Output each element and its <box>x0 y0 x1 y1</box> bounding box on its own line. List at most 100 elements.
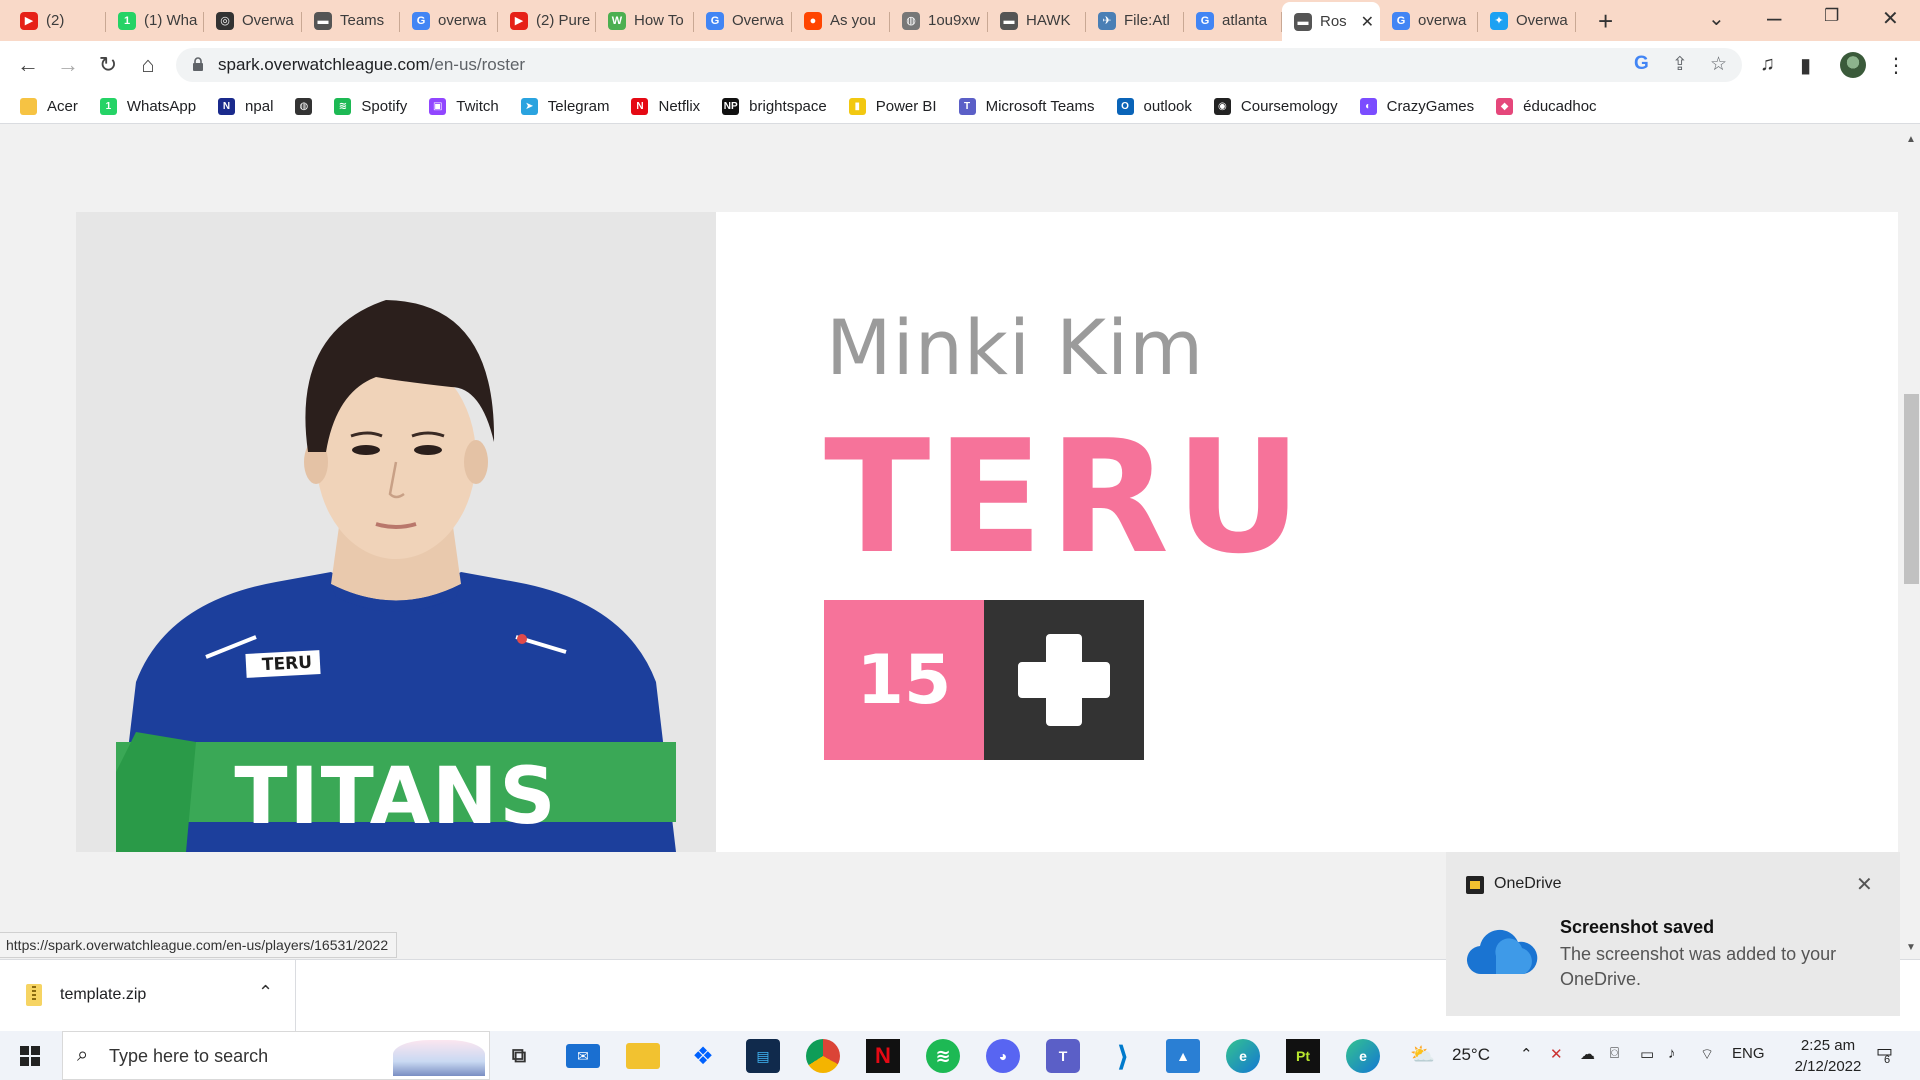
bookmark-item[interactable]: ◐ CrazyGames <box>1359 97 1475 115</box>
browser-tab[interactable]: ▬ Ros ✕ <box>1282 2 1380 41</box>
weather-icon[interactable]: ⛅ <box>1410 1042 1435 1067</box>
network-alert-icon[interactable]: ✕ <box>1550 1045 1563 1063</box>
scrollbar-thumb[interactable] <box>1904 394 1919 584</box>
edge-icon[interactable]: e <box>1226 1039 1260 1073</box>
bookmark-item[interactable]: T Microsoft Teams <box>958 97 1095 115</box>
notification-app-name: OneDrive <box>1494 875 1562 892</box>
browser-tab[interactable]: Goverwa <box>1380 2 1478 39</box>
bookmark-item[interactable]: 1 WhatsApp <box>99 97 197 115</box>
browser-tab[interactable]: Goverwa <box>400 2 498 39</box>
taskbar-search-box[interactable]: ⌕ Type here to search <box>62 1031 490 1080</box>
menu-kebab-icon[interactable]: ⋮ <box>1886 53 1906 78</box>
dropbox-icon[interactable]: ❖ <box>686 1039 720 1073</box>
tab-title: (2) Pure <box>536 12 590 29</box>
reload-button[interactable]: ↻ <box>94 51 122 79</box>
browser-tab[interactable]: ◍ 1ou9xw <box>890 2 988 39</box>
bookmark-label: WhatsApp <box>126 97 197 115</box>
back-button[interactable]: ← <box>14 51 42 79</box>
close-tab-icon[interactable]: ✕ <box>1361 12 1374 32</box>
vscode-icon[interactable]: ⟩ <box>1106 1039 1140 1073</box>
new-tab-button[interactable]: + <box>1598 6 1613 37</box>
profile-avatar[interactable] <box>1840 52 1866 78</box>
edge-dev-icon[interactable]: e <box>1346 1039 1380 1073</box>
lock-icon[interactable] <box>192 57 204 71</box>
minimize-button[interactable]: – <box>1767 2 1781 33</box>
bookmark-item[interactable]: Acer <box>20 97 78 115</box>
bookmark-label: CrazyGames <box>1386 97 1475 115</box>
browser-tab[interactable]: G Overwa <box>694 2 792 39</box>
browser-tab[interactable]: ✈ File:Atl <box>1086 2 1184 39</box>
download-item[interactable]: template.zip ⌃ <box>0 960 296 1032</box>
netflix-icon[interactable]: N <box>866 1039 900 1073</box>
scroll-down-arrow[interactable]: ▼ <box>1906 942 1916 953</box>
onedrive-cloud-icon <box>1466 929 1538 975</box>
side-panel-icon[interactable]: ▮ <box>1800 53 1811 78</box>
browser-tab[interactable]: ◎ Overwa <box>204 2 302 39</box>
brightspace-icon: NP <box>722 97 740 115</box>
volume-icon[interactable]: ♪ <box>1668 1045 1676 1062</box>
bookmark-item[interactable]: NP brightspace <box>722 97 827 115</box>
bookmark-star-icon[interactable]: ☆ <box>1710 53 1727 76</box>
pycharm-icon[interactable]: Pt <box>1286 1039 1320 1073</box>
bookmark-label: npal <box>245 97 274 115</box>
wifi-icon[interactable]: ⌔ <box>1700 1045 1714 1064</box>
browser-tab[interactable]: 1 (1) Wha <box>106 2 204 39</box>
google-lens-icon[interactable]: G <box>1634 53 1649 75</box>
bookmark-item[interactable]: ◉ Coursemology <box>1213 97 1338 115</box>
onedrive-notification[interactable]: OneDrive ✕ Screenshot saved The screensh… <box>1446 852 1900 1016</box>
notification-center-icon[interactable]: ▭6 <box>1876 1041 1899 1066</box>
media-controls-icon[interactable]: ♫ <box>1760 53 1775 76</box>
restore-button[interactable]: ❐ <box>1824 6 1839 26</box>
bookmark-item[interactable]: ◍ <box>295 97 313 115</box>
language-indicator[interactable]: ENG <box>1732 1045 1765 1062</box>
windows-start-icon[interactable] <box>20 1046 40 1066</box>
share-icon[interactable]: ⇪ <box>1672 53 1688 76</box>
bookmark-item[interactable]: ▮ Power BI <box>848 97 937 115</box>
bookmark-item[interactable]: ➤ Telegram <box>520 97 609 115</box>
bookmark-item[interactable]: N Netflix <box>631 97 700 115</box>
chevron-up-icon[interactable]: ⌃ <box>1520 1045 1533 1063</box>
url-host: spark.overwatchleague.com <box>218 55 430 74</box>
temperature[interactable]: 25°C <box>1452 1045 1490 1065</box>
bookmark-item[interactable]: Nnpal <box>218 97 274 115</box>
home-button[interactable]: ⌂ <box>134 51 162 79</box>
browser-tab[interactable]: ▶ (2) Pure <box>498 2 596 39</box>
bookmark-item[interactable]: ◆ éducadhoc <box>1496 97 1597 115</box>
address-url[interactable]: spark.overwatchleague.com/en-us/roster <box>218 55 525 75</box>
onedrive-tray-icon[interactable]: ☁ <box>1580 1045 1595 1063</box>
close-icon[interactable]: ✕ <box>1856 872 1873 897</box>
meet-now-icon[interactable]: ⌼ <box>1610 1045 1619 1062</box>
battery-icon[interactable]: ▭ <box>1640 1045 1654 1063</box>
browser-tab[interactable]: ▬ HAWK <box>988 2 1086 39</box>
close-window-button[interactable]: ✕ <box>1882 6 1899 31</box>
tab-strip: ▶ (2) 1 (1) Wha ◎ Overwa ▬ Teams Goverwa ▶ (2) Pur… <box>0 0 1920 41</box>
clock-time: 2:25 am <box>1800 1037 1856 1054</box>
bookmark-item[interactable]: Ooutlook <box>1116 97 1192 115</box>
browser-tab[interactable]: ▬ Teams <box>302 2 400 39</box>
mail-icon[interactable]: ✉ <box>566 1044 600 1068</box>
zip-file-icon <box>26 984 42 1006</box>
address-bar[interactable]: spark.overwatchleague.com/en-us/roster G… <box>176 48 1742 82</box>
globe-icon: ◍ <box>902 11 920 30</box>
spotify-icon[interactable]: ≋ <box>926 1039 960 1073</box>
browser-tab[interactable]: ● As you <box>792 2 890 39</box>
forward-button[interactable]: → <box>54 51 82 79</box>
discord-icon[interactable]: ◕ <box>986 1039 1020 1073</box>
bookmark-item[interactable]: ▣ Twitch <box>429 97 499 115</box>
file-explorer-icon[interactable] <box>626 1043 660 1069</box>
bookmark-item[interactable]: ≋ Spotify <box>334 97 407 115</box>
browser-tab[interactable]: Gatlanta <box>1184 2 1282 39</box>
browser-tab[interactable]: ▶ (2) <box>8 2 106 39</box>
chevron-up-icon[interactable]: ⌃ <box>258 982 273 1003</box>
browser-tab[interactable]: ✦ Overwa <box>1478 2 1576 39</box>
photos-icon[interactable]: ▲ <box>1166 1039 1200 1073</box>
scroll-up-arrow[interactable]: ▲ <box>1906 134 1916 145</box>
browser-tab[interactable]: W How To <box>596 2 694 39</box>
tab-search-icon[interactable]: ⌄ <box>1708 6 1725 31</box>
task-view-icon[interactable]: ⧉ <box>502 1039 536 1073</box>
team-flag-icon: ▬ <box>1000 11 1018 30</box>
chrome-icon[interactable] <box>806 1039 840 1073</box>
teams-icon[interactable]: T <box>1046 1039 1080 1073</box>
clock[interactable]: 2:25 am 2/12/2022 <box>1783 1035 1873 1077</box>
vpn-app-icon[interactable]: ▤ <box>746 1039 780 1073</box>
